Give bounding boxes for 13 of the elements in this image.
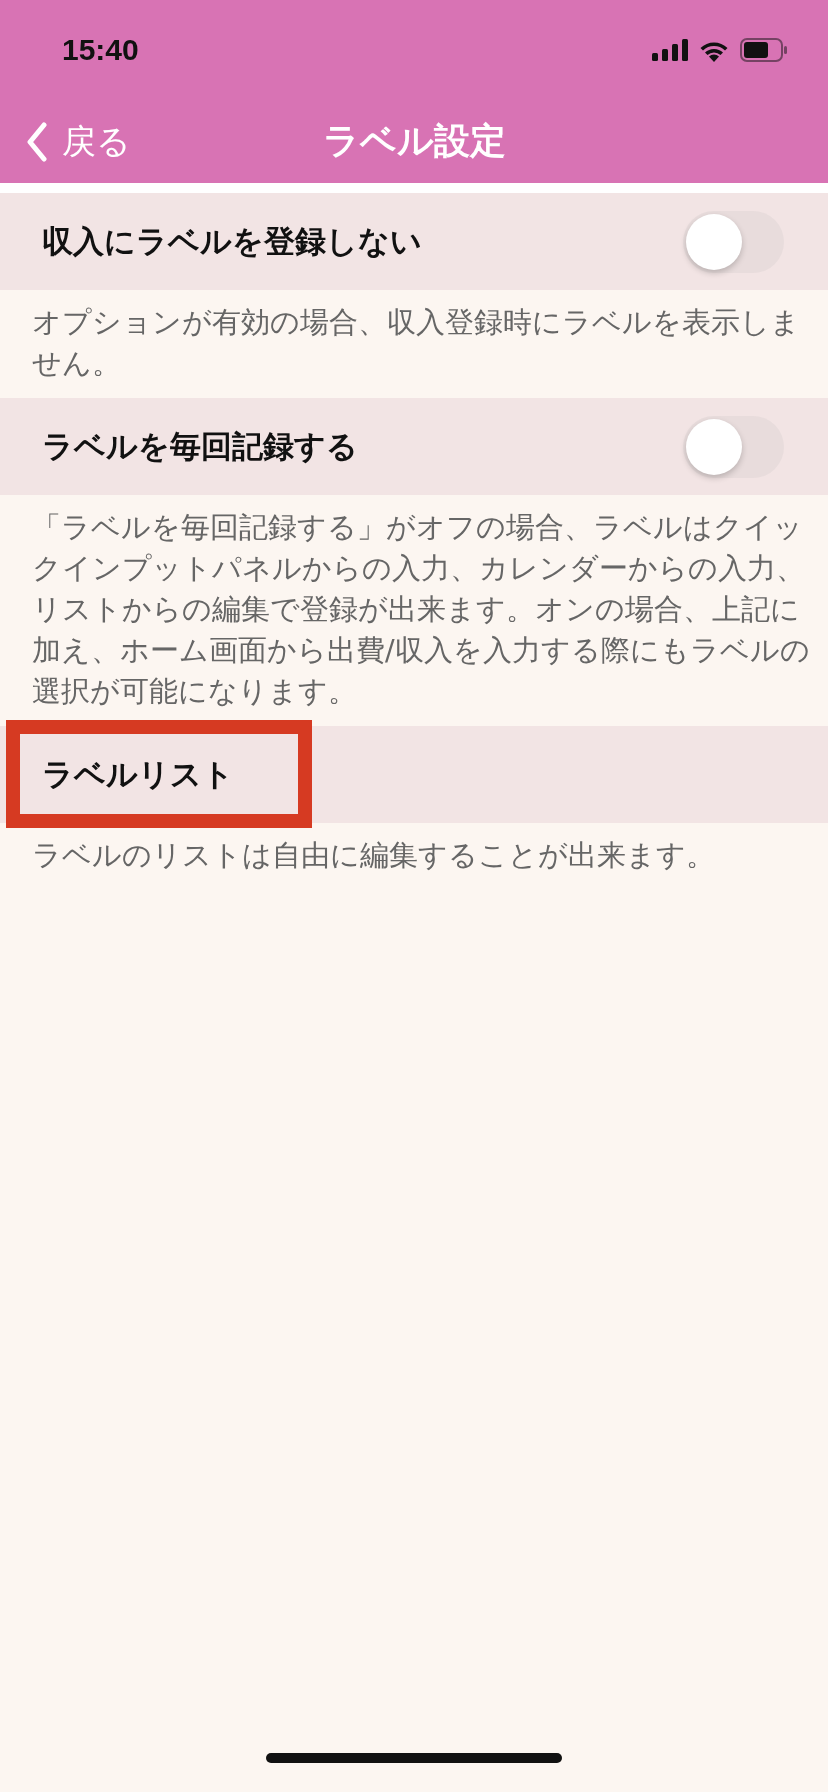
setting-description: オプションが有効の場合、収入登録時にラベルを表示しません。 [31,305,801,382]
setting-description: 「ラベルを毎回記録する」がオフの場合、ラベルはクイックインプットパネルからの入力、カレンダーからの入力、リストからの編集で登録が出来ます。オンの場合、上記に加え、ホーム画面から出費/収入を入力する際にもラベルの選択が可能になります。 [31,510,811,710]
setting-description: ラベルのリストは自由に編集することが出来ます。 [31,838,716,874]
toggle-switch[interactable] [683,210,784,273]
chevron-left-icon [26,121,48,162]
setting-label: ラベルを毎回記録する [42,426,358,466]
page-title: ラベル設定 [322,119,506,163]
toggle-switch[interactable] [683,415,784,478]
setting-label: 収入にラベルを登録しない [42,221,422,261]
status-time: 15:40 [62,33,139,67]
battery-icon [740,38,788,62]
signal-icon [652,39,688,61]
setting-label: ラベルリスト [42,754,234,794]
